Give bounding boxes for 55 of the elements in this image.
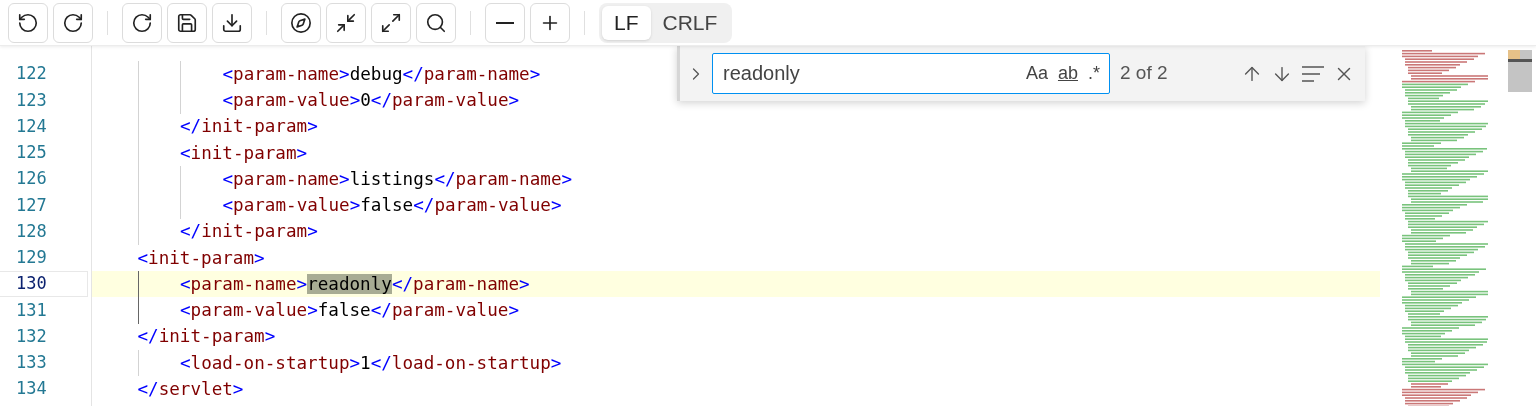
redo-icon (62, 11, 84, 34)
code-line: <param-name>listings</param-name> (222, 167, 573, 191)
save-button[interactable] (167, 2, 207, 43)
compass-icon (290, 11, 312, 34)
compass-button[interactable] (281, 2, 321, 43)
line-number: 125 (16, 141, 47, 165)
find-option-toggle[interactable]: .* (1083, 60, 1105, 87)
line-number: 126 (16, 167, 47, 191)
line-number: 128 (16, 219, 47, 243)
line-number: 129 (16, 246, 47, 270)
code-line: <param-name>debug</param-name> (222, 62, 541, 86)
line-number: 133 (16, 351, 47, 375)
undo-icon (17, 11, 39, 34)
line-ending-tab[interactable]: LF (602, 5, 651, 40)
zoom-in-button[interactable] (530, 2, 570, 43)
redo-button[interactable] (53, 2, 93, 43)
line-number: 127 (16, 193, 47, 217)
code-line: </servlet> (137, 377, 244, 401)
code-line: <param-value>false</param-value> (222, 194, 562, 218)
code-line: <init-param> (180, 141, 308, 165)
download-icon (221, 11, 243, 34)
find-input[interactable]: readonly Aa ab .* (712, 53, 1110, 94)
undo-button[interactable] (8, 2, 48, 43)
code-line: <load-on-startup>1</load-on-startup> (180, 351, 562, 375)
collapse-button[interactable] (326, 2, 366, 43)
search-icon (425, 11, 447, 34)
find-option-toggle[interactable]: ab (1052, 60, 1083, 87)
code-line: <param-value>false</param-value> (180, 299, 519, 323)
reload-icon (131, 11, 153, 34)
match-count: 2 of 2 (1120, 61, 1168, 86)
line-number: 132 (16, 324, 47, 348)
code-line: <init-param> (137, 246, 265, 270)
code-line: </init-param> (137, 325, 276, 349)
scrollbar-thumb[interactable] (1508, 50, 1532, 92)
find-option-toggle[interactable]: Aa (1020, 60, 1053, 87)
search-button[interactable] (416, 2, 456, 43)
collapse-arrows-icon (335, 11, 357, 34)
line-number: 124 (16, 114, 47, 138)
line-number: 134 (16, 377, 47, 401)
reload-button[interactable] (122, 2, 162, 43)
line-ending-tab[interactable]: CRLF (650, 5, 730, 40)
expand-button[interactable] (371, 2, 411, 43)
expand-arrows-icon (380, 11, 402, 34)
code-line: <param-value>0</param-value> (222, 89, 520, 113)
code-line: <param-name>readonly</param-name> (180, 272, 530, 296)
code-line: </init-param> (180, 220, 318, 244)
download-button[interactable] (212, 2, 252, 43)
code-line: </init-param> (180, 115, 318, 139)
line-number: 130 (16, 272, 47, 296)
find-in-selection-icon[interactable] (1301, 64, 1325, 83)
zoom-out-button[interactable] (485, 2, 525, 43)
line-number: 131 (16, 298, 47, 322)
line-number: 122 (16, 62, 47, 86)
line-number: 123 (16, 88, 47, 112)
minus-icon (496, 21, 514, 24)
